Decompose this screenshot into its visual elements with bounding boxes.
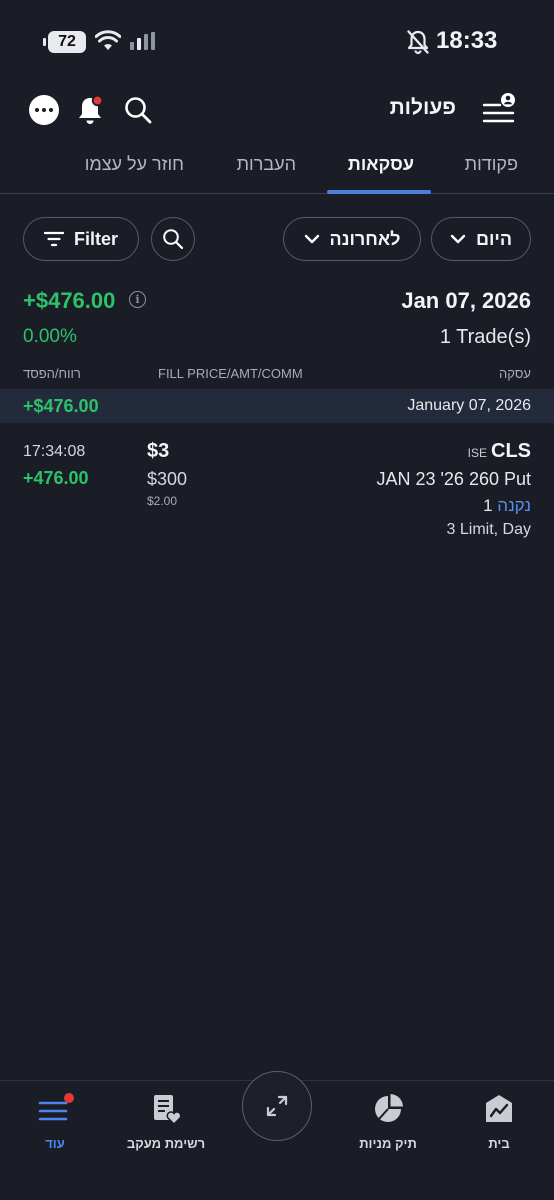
tab-recurring[interactable]: חוזר על עצמו [85, 154, 184, 175]
cellular-signal-icon [130, 32, 155, 50]
pie-chart-icon [375, 1094, 403, 1122]
date-group-pl: +$476.00 [23, 396, 99, 416]
trade-quantity: 1 [483, 496, 493, 515]
chevron-down-icon [450, 234, 466, 244]
active-tab-indicator [327, 190, 431, 194]
account-menu-button[interactable] [478, 90, 518, 130]
home-chart-icon [486, 1095, 512, 1122]
date-group-date: January 07, 2026 [407, 397, 531, 414]
trade-row[interactable]: 17:34:08 +476.00 $3 $300 $2.00 ISE CLS J… [0, 440, 554, 550]
trade-fill-price: $3 [147, 440, 170, 462]
summary-trade-count: 1 Trade(s) [439, 326, 531, 348]
nav-home-label: בית [488, 1136, 510, 1151]
tab-bar: פקודות עסקאות העברות חוזר על עצמו [0, 140, 554, 194]
trade-fab-button[interactable] [242, 1071, 312, 1141]
period-label: היום [476, 228, 512, 249]
search-icon [125, 97, 152, 124]
notification-dot [91, 94, 104, 107]
chevron-down-icon [304, 234, 319, 244]
bell-icon [79, 94, 104, 124]
summary-pl: +$476.00 [23, 288, 116, 313]
trade-order-type: 3 Limit, Day [446, 521, 531, 538]
trade-amount: $300 [147, 469, 188, 489]
column-header-fill: FILL PRICE/AMT/COMM [158, 366, 303, 381]
tab-orders[interactable]: פקודות [465, 154, 518, 175]
trade-pl: +476.00 [23, 468, 89, 488]
trade-time: 17:34:08 [23, 443, 86, 460]
menu-icon [38, 1093, 74, 1121]
summary-date: Jan 07, 2026 [401, 288, 531, 313]
app-header: פעולות [0, 80, 554, 140]
battery-icon: 72 [43, 31, 86, 53]
sort-label: לאחרונה [329, 228, 401, 249]
search-trades-button[interactable] [151, 217, 195, 261]
trade-side-line: נקנה 1 [483, 496, 531, 516]
filter-icon [43, 231, 64, 247]
battery-level: 72 [58, 33, 76, 50]
wifi-icon [95, 30, 121, 50]
trade-side: נקנה [497, 496, 531, 515]
info-icon[interactable]: i [129, 291, 146, 308]
nav-home[interactable]: בית [444, 1089, 554, 1151]
muted-bell-icon [407, 30, 429, 55]
more-dots-icon [29, 95, 59, 125]
column-headers: רווח/הפסד FILL PRICE/AMT/COMM עסקה [0, 366, 554, 386]
filter-label: Filter [73, 228, 118, 249]
trade-contract: JAN 23 '26 260 Put [376, 469, 531, 489]
search-button[interactable] [118, 90, 158, 130]
period-dropdown[interactable]: היום [431, 217, 531, 261]
trade-commission: $2.00 [147, 494, 178, 508]
trade-symbol: CLS [491, 440, 531, 462]
tab-trades[interactable]: עסקאות [348, 154, 414, 175]
trade-exchange: ISE [467, 446, 487, 460]
notifications-button[interactable] [70, 90, 110, 130]
account-menu-icon [482, 93, 515, 123]
status-bar: 72 18:33 [0, 0, 554, 80]
trade-symbol-line: ISE CLS [468, 440, 531, 463]
filter-button[interactable]: Filter [23, 217, 139, 261]
sort-dropdown[interactable]: לאחרונה [283, 217, 421, 261]
search-icon [163, 229, 184, 250]
more-options-button[interactable] [24, 90, 64, 130]
status-time: 18:33 [436, 27, 498, 54]
nav-more[interactable]: עוד [0, 1089, 110, 1151]
date-group-header: +$476.00 January 07, 2026 [0, 389, 554, 423]
page-title: פעולות [389, 96, 456, 119]
nav-more-label: עוד [45, 1136, 65, 1151]
nav-portfolio-label: תיק מניות [359, 1136, 417, 1151]
column-header-trade: עסקה [499, 366, 531, 381]
watchlist-icon [154, 1095, 182, 1126]
summary-percent: 0.00% [23, 326, 77, 347]
column-header-pl: רווח/הפסד [23, 366, 81, 381]
expand-arrows-icon [266, 1095, 288, 1117]
nav-watchlist-label: רשימת מעקב [126, 1136, 206, 1151]
tab-transfers[interactable]: העברות [237, 154, 296, 175]
filter-row: Filter לאחרונה היום [0, 217, 554, 261]
nav-portfolio[interactable]: תיק מניות [333, 1089, 443, 1151]
nav-watchlist[interactable]: רשימת מעקב [111, 1089, 221, 1151]
